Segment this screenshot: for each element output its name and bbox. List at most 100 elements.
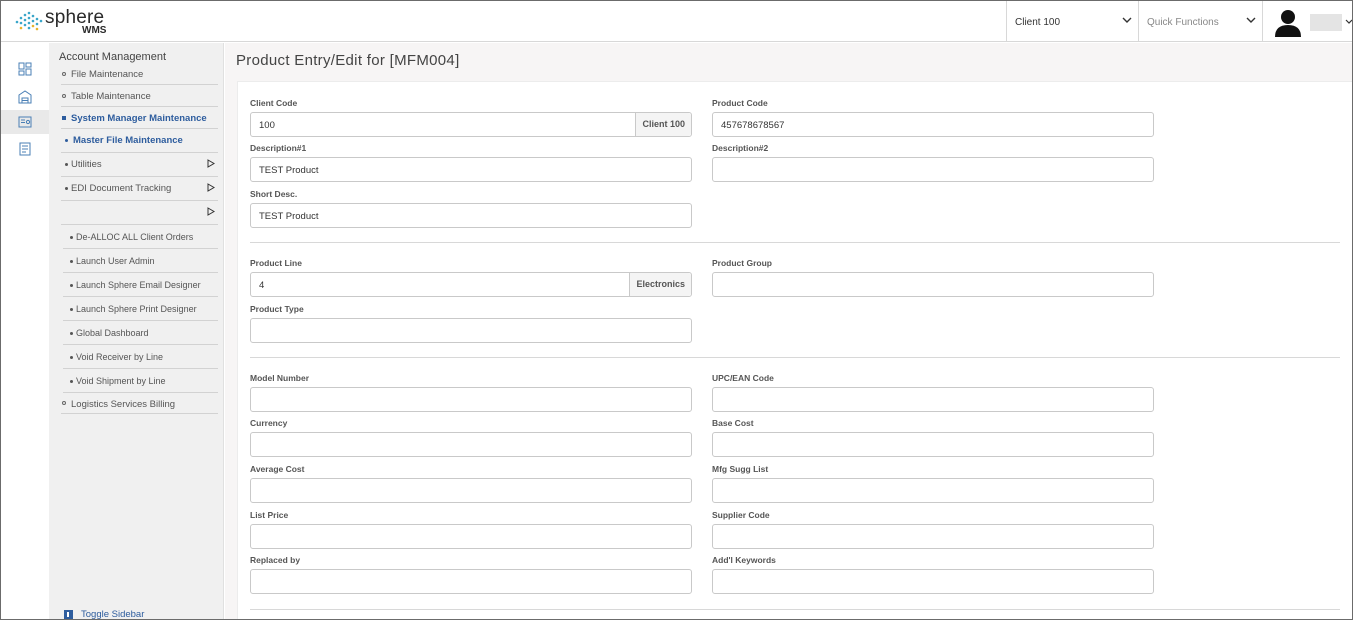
main-content: Product Entry/Edit for [MFM004] Client C…	[225, 43, 1352, 619]
sidebar-subitem-label: Launch Sphere Print Designer	[76, 304, 197, 314]
client-code-input[interactable]: 100 Client 100	[250, 112, 692, 137]
sidebar-subitem-label: Launch User Admin	[76, 256, 155, 266]
rail-billing[interactable]	[1, 137, 49, 161]
billing-icon	[19, 142, 31, 156]
product-code-label: Product Code	[712, 98, 768, 108]
app-window: sphere WMS Client 100 Quick Functions Ac…	[0, 0, 1353, 620]
bullet-icon	[70, 260, 73, 263]
sidebar-item-utilities[interactable]: Utilities	[61, 153, 218, 177]
replaced-by-input[interactable]	[250, 569, 692, 594]
sidebar-item-expandable[interactable]	[61, 201, 218, 225]
bullet-icon	[65, 139, 68, 142]
logo-subtitle: WMS	[82, 25, 107, 36]
product-group-label: Product Group	[712, 258, 772, 268]
sidebar-subitem-label: Void Receiver by Line	[76, 352, 164, 362]
sidebar-subitem-dealloc-orders[interactable]: De-ALLOC ALL Client Orders	[63, 225, 218, 249]
section-divider	[250, 357, 1340, 358]
bullet-icon	[62, 94, 66, 98]
sidebar-subitem-void-shipment[interactable]: Void Shipment by Line	[63, 369, 218, 393]
client-select[interactable]: Client 100	[1006, 1, 1138, 42]
quick-functions-select[interactable]: Quick Functions	[1138, 1, 1262, 42]
average-cost-label: Average Cost	[250, 464, 305, 474]
list-price-label: List Price	[250, 510, 289, 520]
product-code-value: 457678678567	[721, 120, 785, 131]
rail-warehouse[interactable]	[1, 85, 49, 109]
chevron-down-icon	[1345, 19, 1352, 24]
dashboard-icon	[18, 62, 32, 76]
sidebar-item-edi-document-tracking[interactable]: EDI Document Tracking	[61, 177, 218, 201]
sidebar-item-system-manager-maintenance[interactable]: System Manager Maintenance	[61, 107, 218, 129]
sidebar-subitem-global-dashboard[interactable]: Global Dashboard	[63, 321, 218, 345]
bullet-icon	[70, 356, 73, 359]
description2-input[interactable]	[712, 157, 1154, 182]
icon-rail	[1, 43, 49, 619]
sidebar-menu: Account Management File Maintenance Tabl…	[49, 43, 224, 619]
sidebar-item-label: EDI Document Tracking	[71, 183, 172, 194]
product-line-label: Product Line	[250, 258, 302, 268]
average-cost-input[interactable]	[250, 478, 692, 503]
sphere-logo-icon	[15, 11, 43, 31]
section-divider	[250, 242, 1340, 243]
sidebar-subitem-launch-user-admin[interactable]: Launch User Admin	[63, 249, 218, 273]
sphere-wms-logo[interactable]: sphere WMS	[13, 6, 113, 38]
description1-value: TEST Product	[259, 165, 319, 176]
sidebar-item-label: Table Maintenance	[71, 91, 151, 102]
currency-input[interactable]	[250, 432, 692, 457]
sidebar-subitem-print-designer[interactable]: Launch Sphere Print Designer	[63, 297, 218, 321]
bullet-icon	[70, 236, 73, 239]
expand-arrow-icon	[207, 207, 215, 216]
system-manager-icon	[18, 116, 32, 128]
client-code-label: Client Code	[250, 98, 298, 108]
user-name-placeholder	[1310, 14, 1342, 31]
page-title: Product Entry/Edit for [MFM004]	[236, 52, 460, 69]
expand-arrow-icon	[207, 183, 215, 192]
short-desc-input[interactable]: TEST Product	[250, 203, 692, 228]
base-cost-label: Base Cost	[712, 418, 754, 428]
sidebar-item-label: File Maintenance	[71, 69, 144, 80]
quick-functions-placeholder: Quick Functions	[1147, 17, 1219, 28]
top-header: sphere WMS Client 100 Quick Functions	[1, 1, 1352, 42]
sidebar-item-logistics-billing[interactable]: Logistics Services Billing	[61, 393, 218, 414]
sidebar-subitem-email-designer[interactable]: Launch Sphere Email Designer	[63, 273, 218, 297]
supplier-code-input[interactable]	[712, 524, 1154, 549]
upc-ean-input[interactable]	[712, 387, 1154, 412]
sidebar-item-file-maintenance[interactable]: File Maintenance	[61, 63, 218, 85]
sidebar-item-master-file-maintenance[interactable]: Master File Maintenance	[61, 129, 218, 153]
rail-system-manager[interactable]	[1, 110, 49, 134]
product-form: Client Code 100 Client 100 Product Code …	[237, 81, 1352, 619]
client-code-value: 100	[259, 120, 275, 131]
client-code-addon: Client 100	[635, 113, 691, 136]
short-desc-value: TEST Product	[259, 211, 319, 222]
chevron-down-icon	[1122, 17, 1132, 23]
product-type-label: Product Type	[250, 304, 304, 314]
rail-dashboard[interactable]	[1, 57, 49, 81]
bullet-icon	[70, 284, 73, 287]
sidebar-subitem-label: Launch Sphere Email Designer	[76, 280, 201, 290]
bullet-icon	[70, 308, 73, 311]
base-cost-input[interactable]	[712, 432, 1154, 457]
upc-ean-label: UPC/EAN Code	[712, 373, 774, 383]
product-line-input[interactable]: 4 Electronics	[250, 272, 692, 297]
sidebar-subitem-void-receiver[interactable]: Void Receiver by Line	[63, 345, 218, 369]
user-menu[interactable]	[1262, 1, 1352, 42]
description1-input[interactable]: TEST Product	[250, 157, 692, 182]
sidebar-item-table-maintenance[interactable]: Table Maintenance	[61, 85, 218, 107]
sidebar-heading: Account Management	[59, 51, 167, 63]
model-number-label: Model Number	[250, 373, 310, 383]
user-avatar-icon	[1275, 10, 1301, 37]
bullet-icon	[70, 332, 73, 335]
sidebar-item-label: System Manager Maintenance	[71, 113, 207, 124]
model-number-input[interactable]	[250, 387, 692, 412]
product-code-input[interactable]: 457678678567	[712, 112, 1154, 137]
bullet-icon	[62, 116, 66, 120]
product-group-input[interactable]	[712, 272, 1154, 297]
list-price-input[interactable]	[250, 524, 692, 549]
sidebar-subitem-label: Void Shipment by Line	[76, 376, 166, 386]
expand-arrow-icon	[207, 159, 215, 168]
addl-keywords-label: Add'l Keywords	[712, 555, 776, 565]
addl-keywords-input[interactable]	[712, 569, 1154, 594]
product-type-input[interactable]	[250, 318, 692, 343]
client-select-value: Client 100	[1015, 17, 1061, 28]
supplier-code-label: Supplier Code	[712, 510, 770, 520]
mfg-sugg-list-input[interactable]	[712, 478, 1154, 503]
